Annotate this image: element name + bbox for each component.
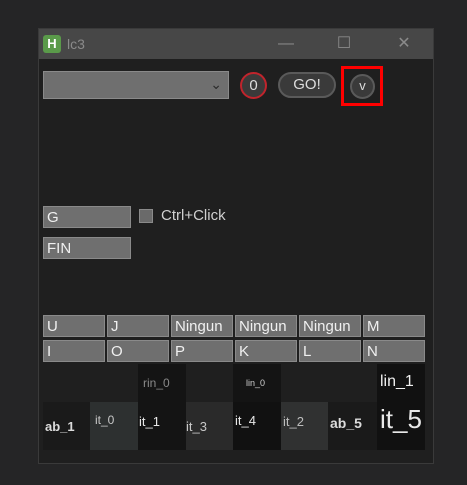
maximize-button[interactable]: ☐ [329, 33, 359, 55]
chevron-down-icon: ⌄ [210, 76, 222, 92]
tile-it-3[interactable]: it_3 [186, 402, 233, 450]
tile-it-2[interactable]: it_2 [281, 402, 328, 450]
grid-cell[interactable]: L [299, 340, 361, 362]
tile-ab-1[interactable]: ab_1 [43, 402, 90, 450]
ctrl-click-checkbox[interactable] [139, 209, 153, 223]
tile-ab-5[interactable]: ab_5 [328, 402, 377, 450]
grid-cell[interactable]: Ningun [299, 315, 361, 337]
grid-cell[interactable]: N [363, 340, 425, 362]
mode-dropdown[interactable]: ⌄ [43, 71, 229, 99]
grid-cell[interactable]: Ningun [235, 315, 297, 337]
app-icon: H [43, 35, 61, 53]
tile-lin-1[interactable]: lin_1 [377, 364, 425, 402]
title-bar[interactable]: H lc3 — ☐ ✕ [39, 29, 433, 59]
tile-rin-0[interactable]: rin_0 [138, 364, 186, 402]
minimize-button[interactable]: — [271, 33, 301, 55]
window-title: lc3 [67, 36, 85, 52]
tile-it-4[interactable]: it_4 [233, 402, 281, 450]
v-button[interactable]: v [350, 74, 375, 99]
close-button[interactable]: ✕ [389, 33, 419, 55]
go-button[interactable]: GO! [278, 72, 336, 98]
tile-it-1[interactable]: it_1 [138, 402, 186, 450]
counter-button[interactable]: 0 [240, 72, 267, 99]
app-window: H lc3 — ☐ ✕ ⌄ 0 GO! v G FIN Ctrl+Click U… [38, 28, 434, 464]
grid-cell[interactable]: K [235, 340, 297, 362]
v-button-highlight: v [341, 66, 383, 106]
tile-it-0[interactable]: it_0 [90, 402, 138, 450]
ctrl-click-label: Ctrl+Click [161, 207, 226, 224]
grid-cell[interactable]: U [43, 315, 105, 337]
grid-cell[interactable]: M [363, 315, 425, 337]
grid-cell[interactable]: O [107, 340, 169, 362]
tile-it-5[interactable]: it_5 [377, 402, 425, 450]
tile-lin-0[interactable]: lin_0 [233, 364, 281, 402]
grid-cell[interactable]: I [43, 340, 105, 362]
key-field-1[interactable]: G [43, 206, 131, 228]
key-field-2[interactable]: FIN [43, 237, 131, 259]
grid-cell[interactable]: J [107, 315, 169, 337]
grid-cell[interactable]: Ningun [171, 315, 233, 337]
grid-cell[interactable]: P [171, 340, 233, 362]
